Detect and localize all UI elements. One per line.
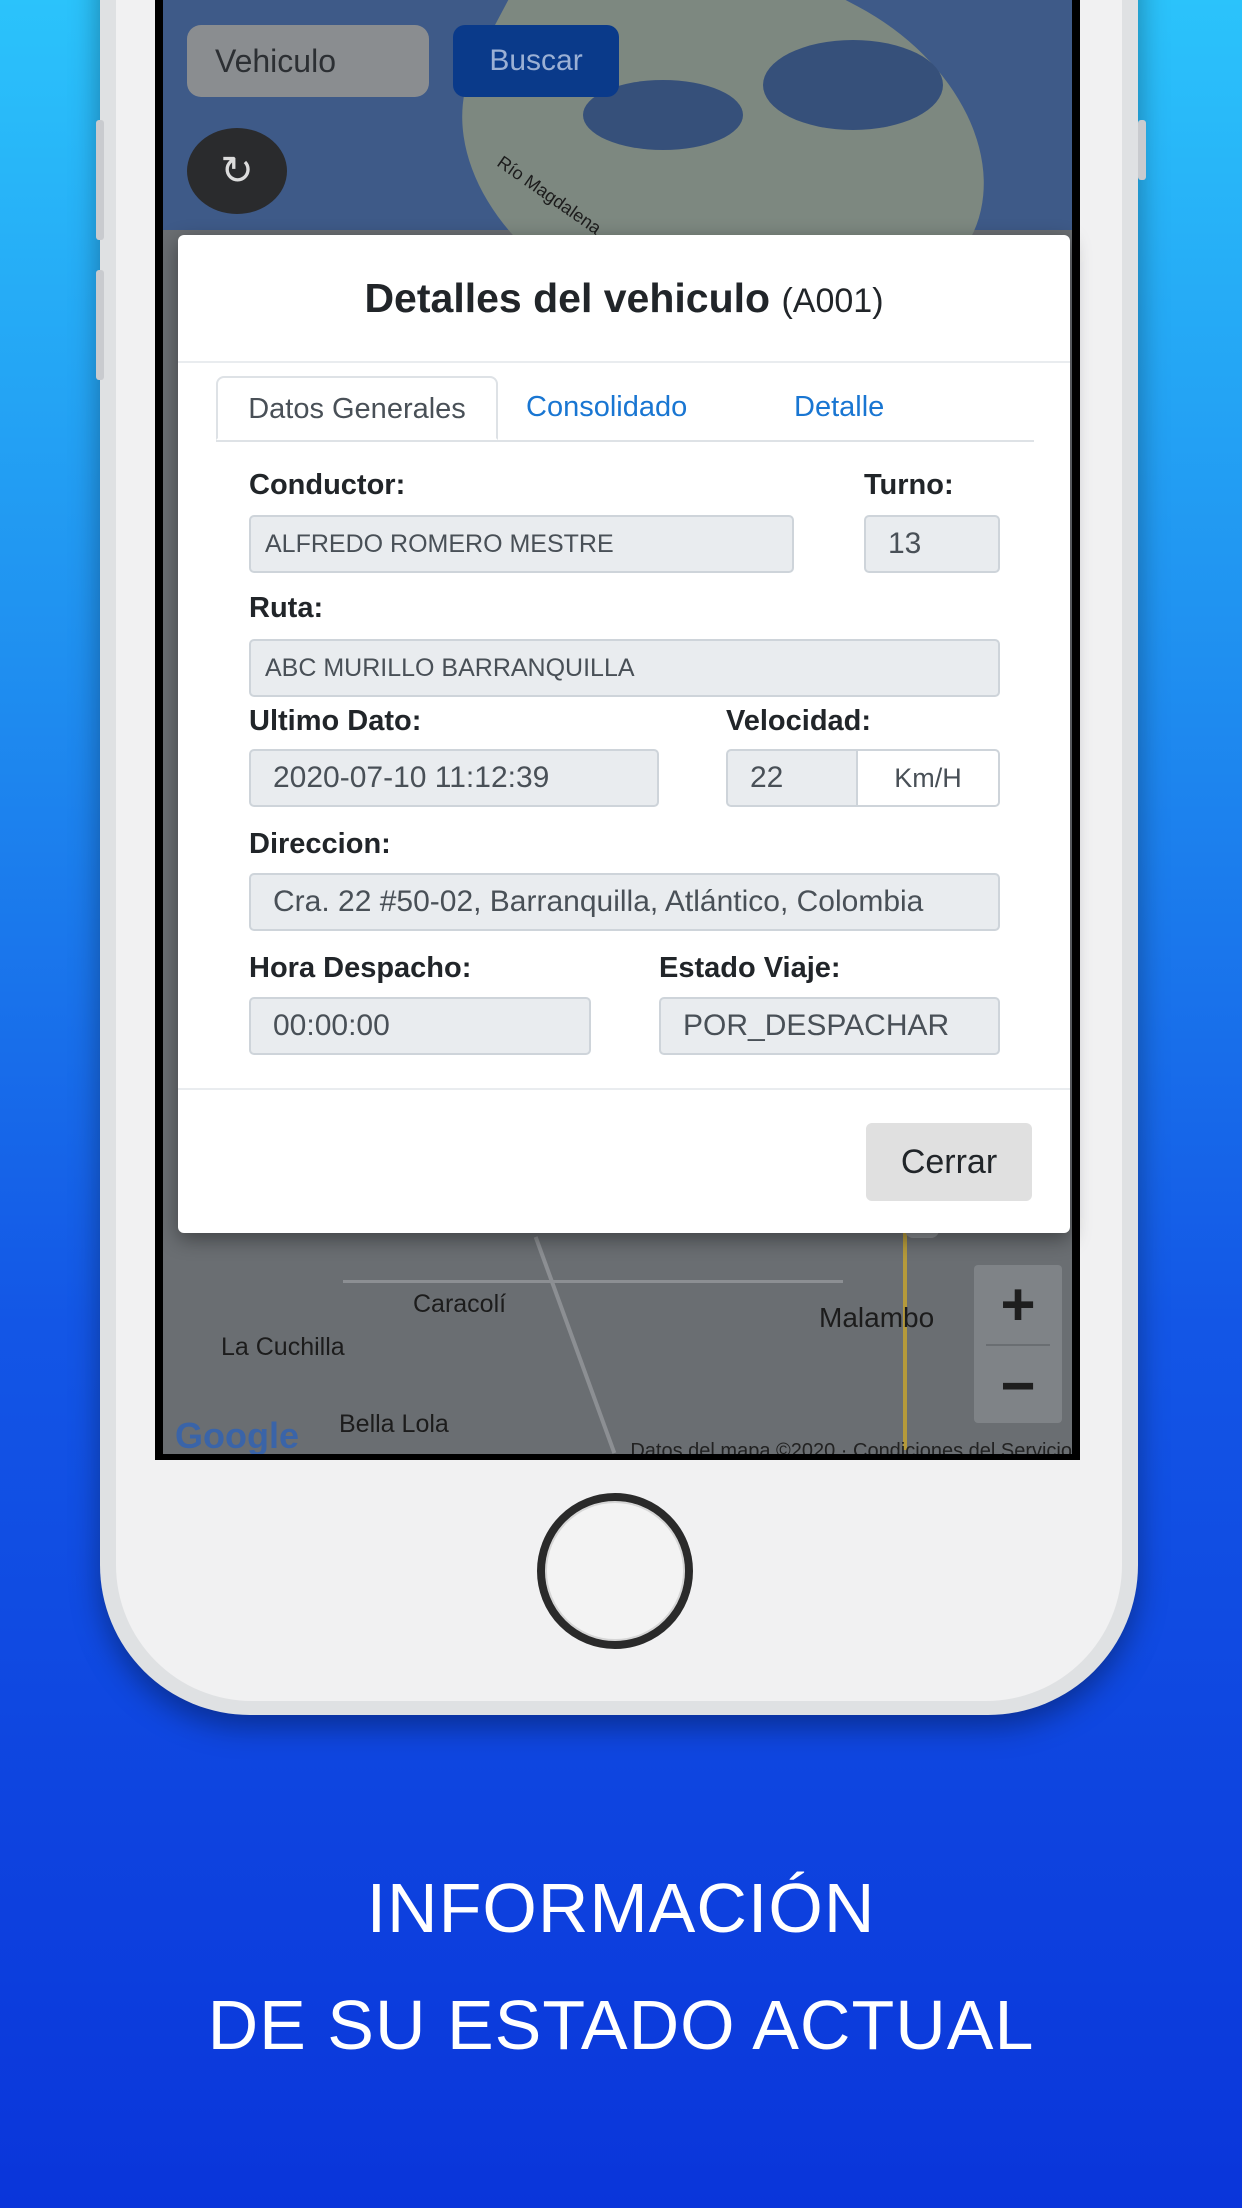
- vehicle-code: (A001): [781, 282, 884, 320]
- conductor-label: Conductor:: [249, 469, 406, 501]
- velocidad-unit: Km/H: [856, 749, 1000, 807]
- map-lake: [763, 40, 943, 130]
- zoom-control: + −: [974, 1265, 1062, 1423]
- velocidad-label: Velocidad:: [726, 705, 872, 737]
- modal-footer-divider: [178, 1088, 1070, 1090]
- phone-side-button: [96, 120, 104, 240]
- caption-line-1: INFORMACIÓN: [366, 1869, 876, 1947]
- vehicle-search-input[interactable]: Vehiculo: [187, 25, 429, 97]
- refresh-button[interactable]: ↻: [187, 128, 287, 214]
- tab-datos-generales[interactable]: Datos Generales: [216, 376, 498, 440]
- map-highway: [903, 1230, 907, 1450]
- tab-consolidado[interactable]: Consolidado: [526, 376, 687, 440]
- map-label-bella-lola: Bella Lola: [339, 1410, 449, 1438]
- phone-side-button: [96, 270, 104, 380]
- map-road: [533, 1236, 617, 1454]
- tab-detalle[interactable]: Detalle: [794, 376, 884, 440]
- google-logo: Google: [175, 1415, 299, 1454]
- hora-despacho-field[interactable]: 00:00:00: [249, 997, 591, 1055]
- close-button[interactable]: Cerrar: [866, 1123, 1032, 1201]
- ultimo-dato-field[interactable]: 2020-07-10 11:12:39: [249, 749, 659, 807]
- map-label-caracoli: Caracolí: [413, 1290, 507, 1318]
- map-attribution[interactable]: Datos del mapa ©2020 · Condiciones del S…: [630, 1440, 1072, 1454]
- conductor-field[interactable]: ALFREDO ROMERO MESTRE: [249, 515, 794, 573]
- search-button[interactable]: Buscar: [453, 25, 619, 97]
- estado-viaje-label: Estado Viaje:: [659, 952, 841, 984]
- zoom-in-button[interactable]: +: [974, 1265, 1062, 1344]
- direccion-label: Direccion:: [249, 828, 391, 860]
- modal-header: Detalles del vehiculo (A001): [178, 235, 1070, 363]
- refresh-icon: ↻: [220, 149, 254, 193]
- hora-despacho-label: Hora Despacho:: [249, 952, 472, 984]
- zoom-out-button[interactable]: −: [974, 1346, 1062, 1425]
- ruta-field[interactable]: ABC MURILLO BARRANQUILLA: [249, 639, 1000, 697]
- map-road: [343, 1280, 843, 1283]
- direccion-field[interactable]: Cra. 22 #50-02, Barranquilla, Atlántico,…: [249, 873, 1000, 931]
- turno-label: Turno:: [864, 469, 954, 501]
- vehicle-details-modal: Detalles del vehiculo (A001) Datos Gener…: [178, 235, 1070, 1233]
- caption-line-2: DE SU ESTADO ACTUAL: [207, 1986, 1035, 2064]
- home-button[interactable]: [537, 1493, 693, 1649]
- phone-side-button: [1138, 120, 1146, 180]
- ruta-label: Ruta:: [249, 592, 324, 624]
- estado-viaje-field[interactable]: POR_DESPACHAR: [659, 997, 1000, 1055]
- modal-title: Detalles del vehiculo: [364, 275, 771, 321]
- velocidad-field[interactable]: 22: [726, 749, 858, 807]
- map-label-malambo: Malambo: [819, 1302, 935, 1333]
- turno-field[interactable]: 13: [864, 515, 1000, 573]
- map-label-la-cuchilla: La Cuchilla: [221, 1333, 345, 1361]
- modal-tabs: Datos Generales Consolidado Detalle: [216, 376, 1034, 442]
- ultimo-dato-label: Ultimo Dato:: [249, 705, 422, 737]
